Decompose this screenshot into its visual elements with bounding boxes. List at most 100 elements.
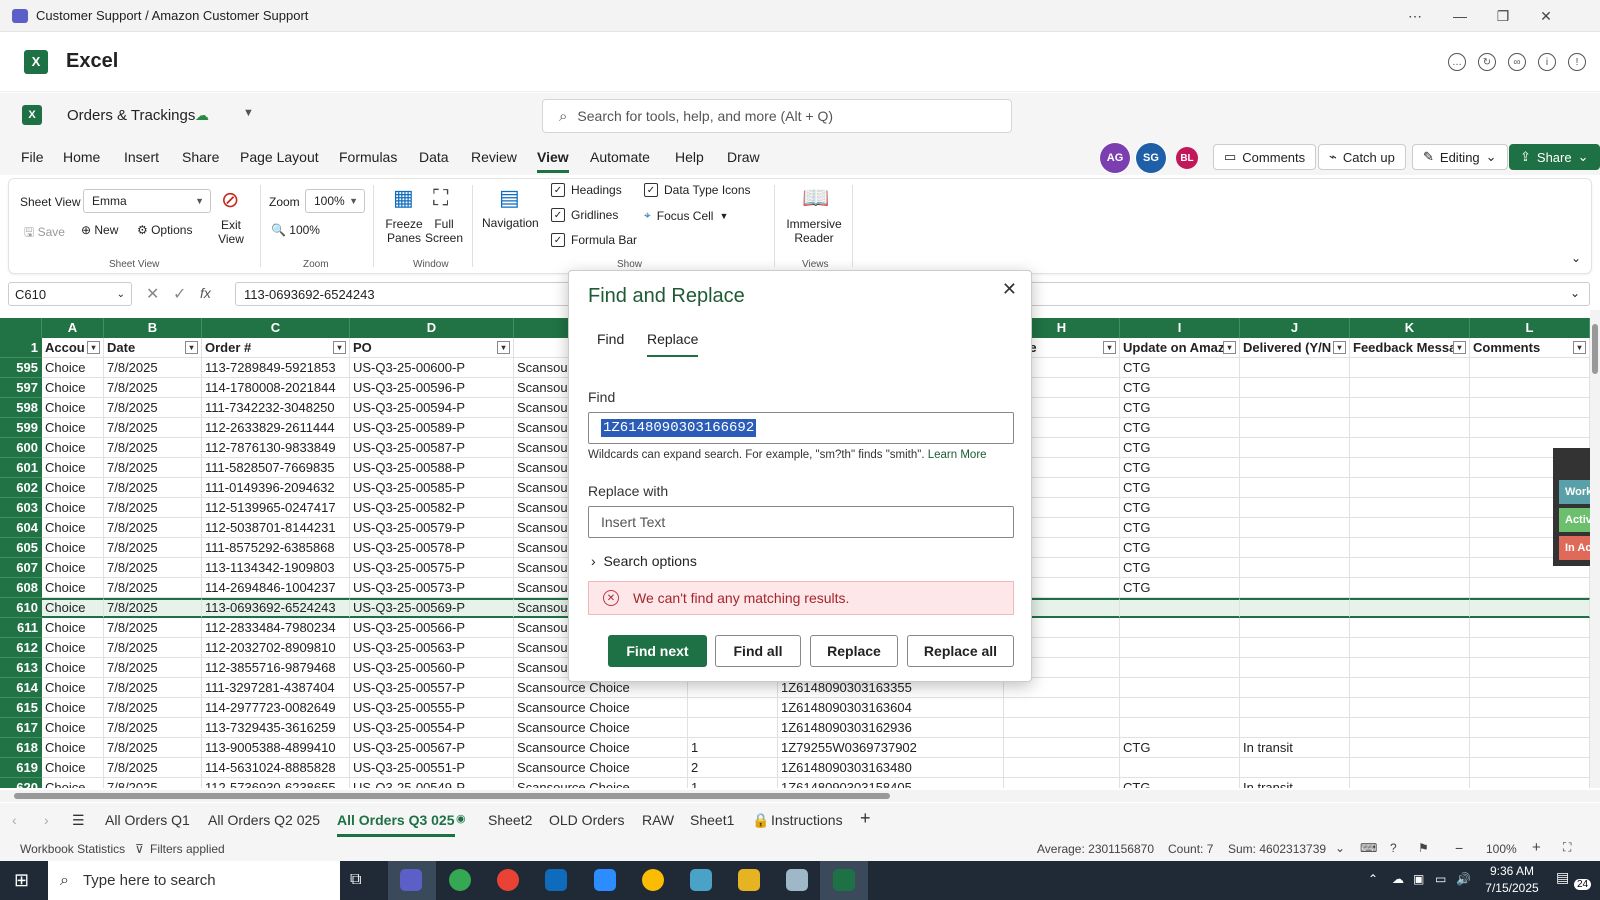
table-cell[interactable]: 1 [688, 738, 778, 758]
table-cell[interactable]: US-Q3-25-00578-P [350, 538, 514, 558]
table-cell[interactable] [1350, 438, 1470, 458]
close-window-button[interactable]: ✕ [1524, 0, 1568, 32]
table-cell[interactable] [1350, 578, 1470, 598]
sheet-tab-active[interactable]: All Orders Q3 025 [337, 812, 455, 837]
expand-formula-icon[interactable]: ⌄ [1570, 286, 1580, 300]
clock-time[interactable]: 9:36 AM [1479, 864, 1545, 878]
ribbon-collapse-icon[interactable]: ⌄ [1571, 251, 1581, 265]
table-cell[interactable]: 112-2633829-2611444 [202, 418, 350, 438]
row-header[interactable]: 608 [0, 578, 42, 598]
table-cell[interactable]: 7/8/2025 [104, 458, 202, 478]
navigation-icon[interactable]: ▤ [499, 185, 520, 211]
table-cell[interactable] [1240, 598, 1350, 618]
table-cell[interactable]: 7/8/2025 [104, 578, 202, 598]
table-cell[interactable] [1470, 618, 1590, 638]
table-cell[interactable]: 7/8/2025 [104, 498, 202, 518]
table-cell[interactable] [1470, 698, 1590, 718]
table-cell[interactable]: CTG [1120, 518, 1240, 538]
table-cell[interactable]: US-Q3-25-00555-P [350, 698, 514, 718]
row-header[interactable]: 611 [0, 618, 42, 638]
table-cell[interactable]: US-Q3-25-00551-P [350, 758, 514, 778]
table-header-cell[interactable]: PO ▾ [350, 338, 514, 358]
table-cell[interactable] [1240, 498, 1350, 518]
replace-all-button[interactable]: Replace all [907, 635, 1014, 667]
table-cell[interactable]: Choice [42, 698, 104, 718]
table-cell[interactable]: In transit [1240, 778, 1350, 788]
help-icon[interactable]: ? [1390, 841, 1397, 855]
data-type-icons-checkbox[interactable]: ✓ Data Type Icons [644, 183, 751, 197]
table-cell[interactable] [1120, 678, 1240, 698]
table-cell[interactable] [1470, 598, 1590, 618]
tab-replace[interactable]: Replace [647, 331, 699, 357]
sheet-tab[interactable]: Instructions [771, 812, 843, 828]
formula-bar-checkbox[interactable]: ✓ Formula Bar [551, 233, 637, 247]
focus-cell-button[interactable]: ⌖ Focus Cell ▼ [644, 208, 728, 223]
filter-dropdown-icon[interactable]: ▾ [185, 341, 198, 354]
table-cell[interactable]: Choice [42, 518, 104, 538]
notifications-icon[interactable]: ▤ [1556, 869, 1569, 886]
find-field[interactable]: 1Z6148090303166692 [588, 412, 1014, 444]
table-cell[interactable]: 111-8575292-6385868 [202, 538, 350, 558]
zoom-in-icon[interactable]: + [1532, 839, 1541, 856]
zoom-select[interactable]: 100% ▼ [305, 189, 365, 213]
table-cell[interactable] [1120, 758, 1240, 778]
network-icon[interactable]: ▣ [1413, 872, 1424, 886]
table-cell[interactable]: CTG [1120, 558, 1240, 578]
table-cell[interactable]: 1Z6148090303162936 [778, 718, 1004, 738]
table-cell[interactable] [1120, 658, 1240, 678]
table-cell[interactable]: Choice [42, 398, 104, 418]
table-cell[interactable]: 112-3855716-9879468 [202, 658, 350, 678]
excel-taskbar-icon[interactable] [833, 869, 855, 891]
tab-data[interactable]: Data [419, 149, 449, 165]
chevron-down-icon[interactable]: ⌄ [1335, 841, 1345, 855]
exit-view-button[interactable]: Exit View [216, 218, 246, 246]
table-header-cell[interactable]: Comments ▾ [1470, 338, 1590, 358]
table-cell[interactable]: 7/8/2025 [104, 658, 202, 678]
row-header[interactable]: 617 [0, 718, 42, 738]
more-options-icon[interactable]: ⋯ [1393, 0, 1437, 32]
workbook-statistics[interactable]: Workbook Statistics [20, 842, 125, 856]
immersive-reader-button[interactable]: Immersive Reader [784, 217, 844, 245]
clock-date[interactable]: 7/15/2025 [1479, 881, 1545, 895]
table-cell[interactable] [1470, 758, 1590, 778]
table-cell[interactable]: 1Z6148090303158405 [778, 778, 1004, 788]
find-next-button[interactable]: Find next [608, 635, 707, 667]
table-cell[interactable]: CTG [1120, 478, 1240, 498]
table-cell[interactable] [1240, 398, 1350, 418]
row-header[interactable]: 615 [0, 698, 42, 718]
row-header[interactable]: 612 [0, 638, 42, 658]
column-header[interactable]: D [350, 318, 514, 338]
table-cell[interactable]: Choice [42, 658, 104, 678]
table-cell[interactable]: CTG [1120, 358, 1240, 378]
table-cell[interactable]: 7/8/2025 [104, 758, 202, 778]
row-header[interactable]: 618 [0, 738, 42, 758]
filter-dropdown-icon[interactable]: ▾ [1103, 341, 1116, 354]
table-cell[interactable] [1470, 378, 1590, 398]
table-cell[interactable] [1350, 698, 1470, 718]
table-cell[interactable] [1350, 598, 1470, 618]
table-cell[interactable]: 7/8/2025 [104, 718, 202, 738]
table-cell[interactable]: CTG [1120, 378, 1240, 398]
table-cell[interactable] [1240, 538, 1350, 558]
insert-function-icon[interactable]: fx [200, 285, 211, 301]
table-cell[interactable]: Choice [42, 418, 104, 438]
table-header-cell[interactable]: Update on Amaz ▾ [1120, 338, 1240, 358]
table-cell[interactable]: 114-2694846-1004237 [202, 578, 350, 598]
table-header-cell[interactable]: Feedback Messa ▾ [1350, 338, 1470, 358]
table-cell[interactable]: 7/8/2025 [104, 398, 202, 418]
table-cell[interactable]: US-Q3-25-00588-P [350, 458, 514, 478]
gridlines-checkbox[interactable]: ✓ Gridlines [551, 208, 618, 222]
chrome-icon[interactable] [449, 869, 471, 891]
table-cell[interactable]: 114-5631024-8885828 [202, 758, 350, 778]
table-cell[interactable]: Choice [42, 558, 104, 578]
minimize-button[interactable]: — [1438, 0, 1482, 32]
table-cell[interactable]: 7/8/2025 [104, 558, 202, 578]
row-header[interactable]: 614 [0, 678, 42, 698]
row-header[interactable]: 598 [0, 398, 42, 418]
save-view-button[interactable]: 🖫 Save [24, 223, 65, 244]
table-cell[interactable] [1350, 498, 1470, 518]
name-box[interactable]: C610 ⌄ [8, 282, 132, 306]
chat-icon[interactable]: … [1448, 53, 1466, 71]
table-cell[interactable]: 114-2977723-0082649 [202, 698, 350, 718]
sheet-tab[interactable]: RAW [642, 812, 674, 828]
